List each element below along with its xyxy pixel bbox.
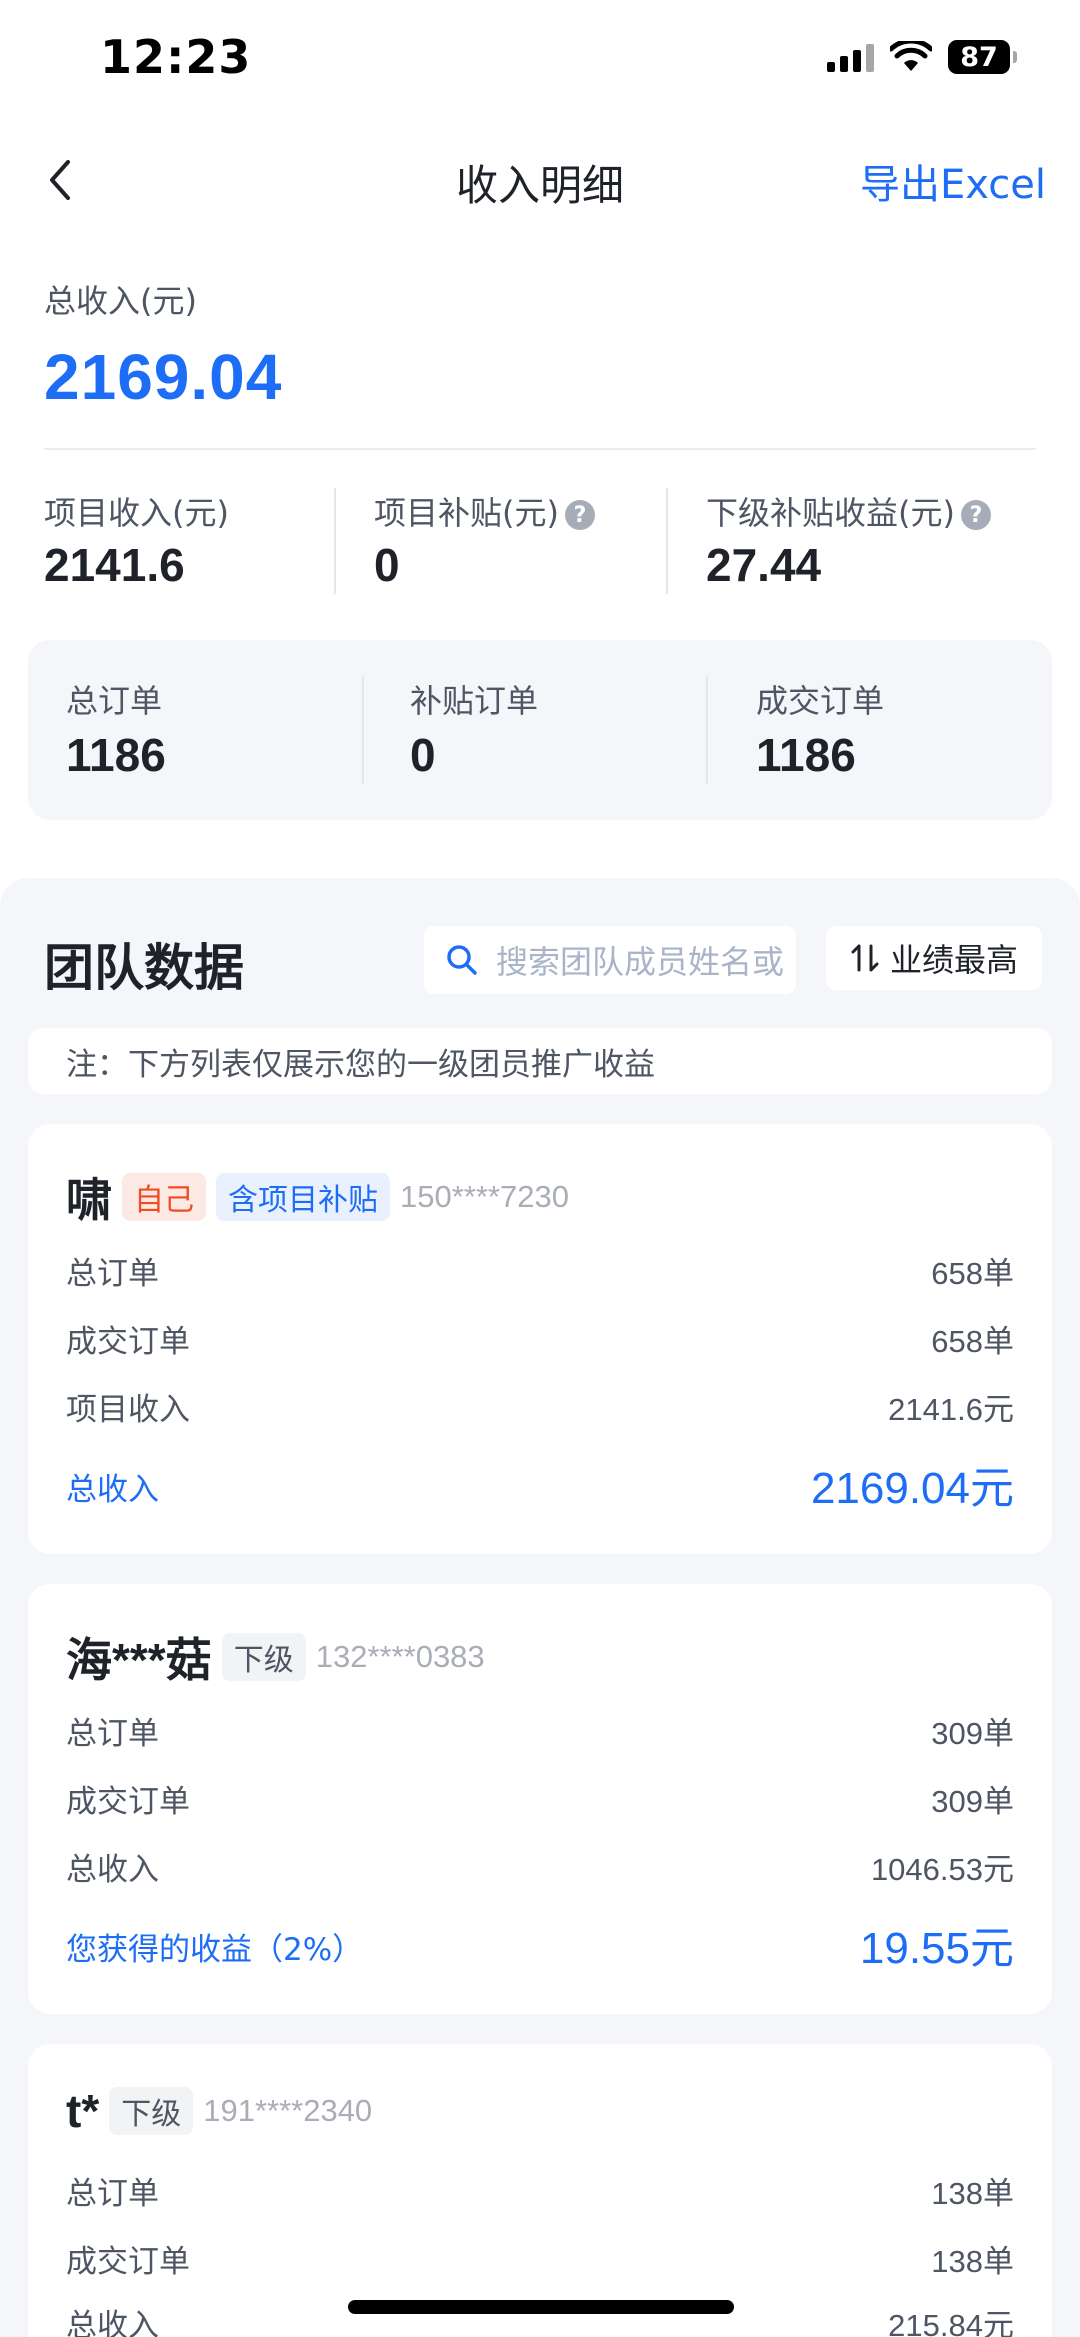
help-icon[interactable]: ? (564, 500, 595, 530)
subsidy-tag: 含项目补贴 (216, 1173, 390, 1221)
member-name: 海***菇 (66, 1634, 212, 1686)
subordinate-tag: 下级 (221, 1633, 306, 1681)
row-value: 215.84元 (888, 2308, 1014, 2337)
row-value: 2141.6元 (888, 1392, 1014, 1427)
row-label: 总订单 (66, 1256, 159, 1292)
member-header: 海***菇 下级 132****0383 (66, 1624, 485, 1690)
divider (706, 676, 708, 784)
export-excel-button[interactable]: 导出Excel (860, 152, 1046, 210)
subsidy-orders-label: 补贴订单 (410, 682, 539, 720)
orders-summary: 总订单 1186 补贴订单 0 成交订单 1186 (28, 640, 1052, 820)
wifi-icon (890, 41, 932, 71)
team-search-input[interactable]: 搜索团队成员姓名或 (424, 926, 796, 994)
row-value: 1046.53元 (870, 1852, 1014, 1887)
deal-orders-value: 1186 (756, 729, 856, 781)
total-orders-label: 总订单 (66, 682, 163, 720)
row-label: 总收入 (66, 2308, 159, 2337)
member-card[interactable]: t* 下级 191****2340 总订单 138单 成交订单 138单 总收入… (28, 2044, 1052, 2337)
total-income-row-value: 2169.04元 (810, 1464, 1014, 1513)
project-subsidy-label: 项目补贴(元)? (374, 488, 595, 534)
project-subsidy-label-text: 项目补贴(元) (374, 494, 559, 532)
row-label: 总收入 (66, 1852, 159, 1888)
team-title: 团队数据 (44, 939, 244, 997)
divider (334, 488, 336, 594)
row-value: 138单 (931, 2176, 1014, 2211)
search-icon (447, 945, 477, 975)
member-phone: 191****2340 (203, 2093, 373, 2128)
deal-orders-label: 成交订单 (756, 682, 885, 720)
sub-subsidy-label-text: 下级补贴收益(元) (706, 494, 955, 532)
sub-subsidy-label: 下级补贴收益(元)? (706, 488, 991, 534)
cellular-signal-icon (827, 42, 874, 72)
project-income-value: 2141.6 (44, 539, 185, 591)
search-placeholder: 搜索团队成员姓名或 (496, 943, 785, 981)
total-income-value: 2169.04 (44, 341, 283, 413)
row-value: 658单 (931, 1324, 1014, 1359)
row-label: 成交订单 (66, 2244, 190, 2280)
row-value: 309单 (931, 1784, 1014, 1819)
home-indicator (348, 2300, 734, 2314)
row-label: 总订单 (66, 1716, 159, 1752)
row-value: 138单 (931, 2244, 1014, 2279)
total-income-row-label: 总收入 (66, 1472, 159, 1508)
row-value: 658单 (931, 1256, 1014, 1291)
sort-button[interactable]: 业绩最高 (826, 926, 1042, 990)
sort-label: 业绩最高 (889, 941, 1018, 979)
row-value: 309单 (931, 1716, 1014, 1751)
row-label: 项目收入 (66, 1392, 190, 1428)
project-subsidy-value: 0 (374, 539, 400, 591)
list-note: 注：下方列表仅展示您的一级团员推广收益 (28, 1028, 1052, 1094)
earnings-row-label: 您获得的收益（2%） (66, 1932, 364, 1968)
row-label: 总订单 (66, 2176, 159, 2212)
member-card[interactable]: 海***菇 下级 132****0383 总订单 309单 成交订单 309单 … (28, 1584, 1052, 2014)
member-name: t* (66, 2085, 100, 2137)
member-card[interactable]: 啸 自己 含项目补贴 150****7230 总订单 658单 成交订单 658… (28, 1124, 1052, 1554)
self-tag: 自己 (122, 1173, 206, 1221)
sort-icon (851, 944, 879, 972)
earnings-row-value: 19.55元 (859, 1924, 1014, 1973)
sub-subsidy-value: 27.44 (706, 539, 822, 591)
battery-icon: 87 (948, 40, 1017, 74)
total-income-label: 总收入(元) (44, 282, 197, 320)
row-label: 成交订单 (66, 1324, 190, 1360)
member-header: 啸 自己 含项目补贴 150****7230 (66, 1164, 569, 1230)
member-name: 啸 (66, 1174, 112, 1226)
help-icon[interactable]: ? (960, 500, 991, 530)
row-label: 成交订单 (66, 1784, 190, 1820)
divider (666, 488, 668, 594)
subsidy-orders-value: 0 (410, 729, 436, 781)
divider (44, 448, 1036, 450)
status-time: 12:23 (100, 30, 252, 84)
divider (362, 676, 364, 784)
member-phone: 132****0383 (315, 1639, 485, 1674)
project-income-label: 项目收入(元) (44, 494, 229, 532)
subordinate-tag: 下级 (109, 2087, 194, 2135)
member-phone: 150****7230 (400, 1179, 569, 1214)
total-orders-value: 1186 (66, 729, 166, 781)
status-icons: 87 (827, 40, 1017, 74)
member-header: t* 下级 191****2340 (66, 2084, 372, 2138)
